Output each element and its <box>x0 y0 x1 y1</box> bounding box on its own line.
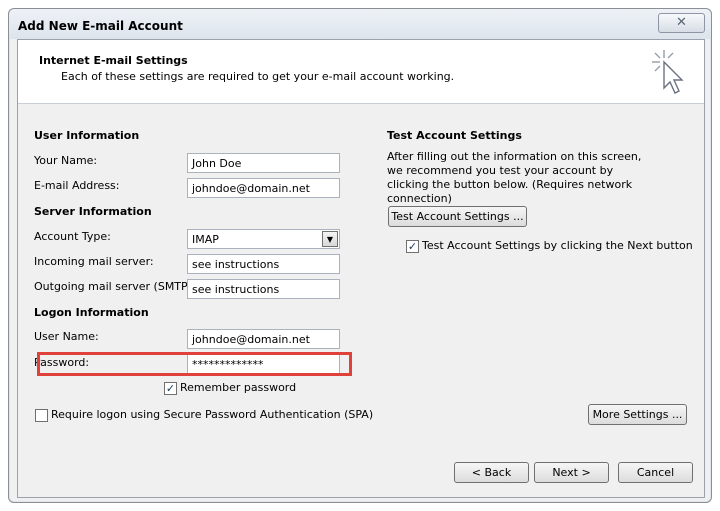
header-subtitle: Each of these settings are required to g… <box>61 70 455 83</box>
incoming-server-label: Incoming mail server: <box>34 255 154 268</box>
user-information-heading: User Information <box>34 129 140 142</box>
spa-label: Require logon using Secure Password Auth… <box>51 408 374 421</box>
outgoing-server-label: Outgoing mail server (SMTP): <box>34 280 196 293</box>
your-name-input[interactable]: John Doe <box>187 153 340 173</box>
test-account-heading: Test Account Settings <box>387 129 522 142</box>
header-panel: Internet E-mail Settings Each of these s… <box>18 40 704 104</box>
outgoing-server-input[interactable]: see instructions <box>187 279 340 299</box>
title-bar: Add New E-mail Account ✕ <box>9 9 711 39</box>
password-highlight-box <box>37 352 352 376</box>
cancel-button[interactable]: Cancel <box>618 462 693 483</box>
dialog-body: Internet E-mail Settings Each of these s… <box>17 39 705 498</box>
test-by-next-checkbox[interactable]: ✓ <box>406 240 419 253</box>
logon-information-heading: Logon Information <box>34 306 149 319</box>
account-type-select[interactable]: IMAP ▼ <box>187 229 340 249</box>
window-title: Add New E-mail Account <box>18 19 183 33</box>
close-icon: ✕ <box>676 15 687 30</box>
account-type-label: Account Type: <box>34 230 111 243</box>
email-address-input[interactable]: johndoe@domain.net <box>187 178 340 198</box>
test-account-description: After filling out the information on thi… <box>387 150 642 205</box>
spa-checkbox[interactable] <box>35 409 48 422</box>
dialog-window: Add New E-mail Account ✕ Internet E-mail… <box>8 8 712 503</box>
cursor-sparkle-icon <box>652 50 684 94</box>
incoming-server-input[interactable]: see instructions <box>187 254 340 274</box>
close-button[interactable]: ✕ <box>658 13 705 33</box>
remember-password-label: Remember password <box>180 381 297 394</box>
next-button[interactable]: Next > <box>534 462 609 483</box>
remember-password-checkbox[interactable]: ✓ <box>164 382 177 395</box>
user-name-input[interactable]: johndoe@domain.net <box>187 329 340 349</box>
server-information-heading: Server Information <box>34 205 152 218</box>
test-account-settings-button[interactable]: Test Account Settings ... <box>388 206 527 227</box>
chevron-down-icon[interactable]: ▼ <box>322 231 338 247</box>
header-title: Internet E-mail Settings <box>39 54 188 67</box>
more-settings-button[interactable]: More Settings ... <box>588 404 687 425</box>
test-by-next-label: Test Account Settings by clicking the Ne… <box>422 239 693 252</box>
back-button[interactable]: < Back <box>454 462 529 483</box>
user-name-label: User Name: <box>34 330 99 343</box>
your-name-label: Your Name: <box>34 154 98 167</box>
account-type-value: IMAP <box>192 233 219 246</box>
email-address-label: E-mail Address: <box>34 179 120 192</box>
